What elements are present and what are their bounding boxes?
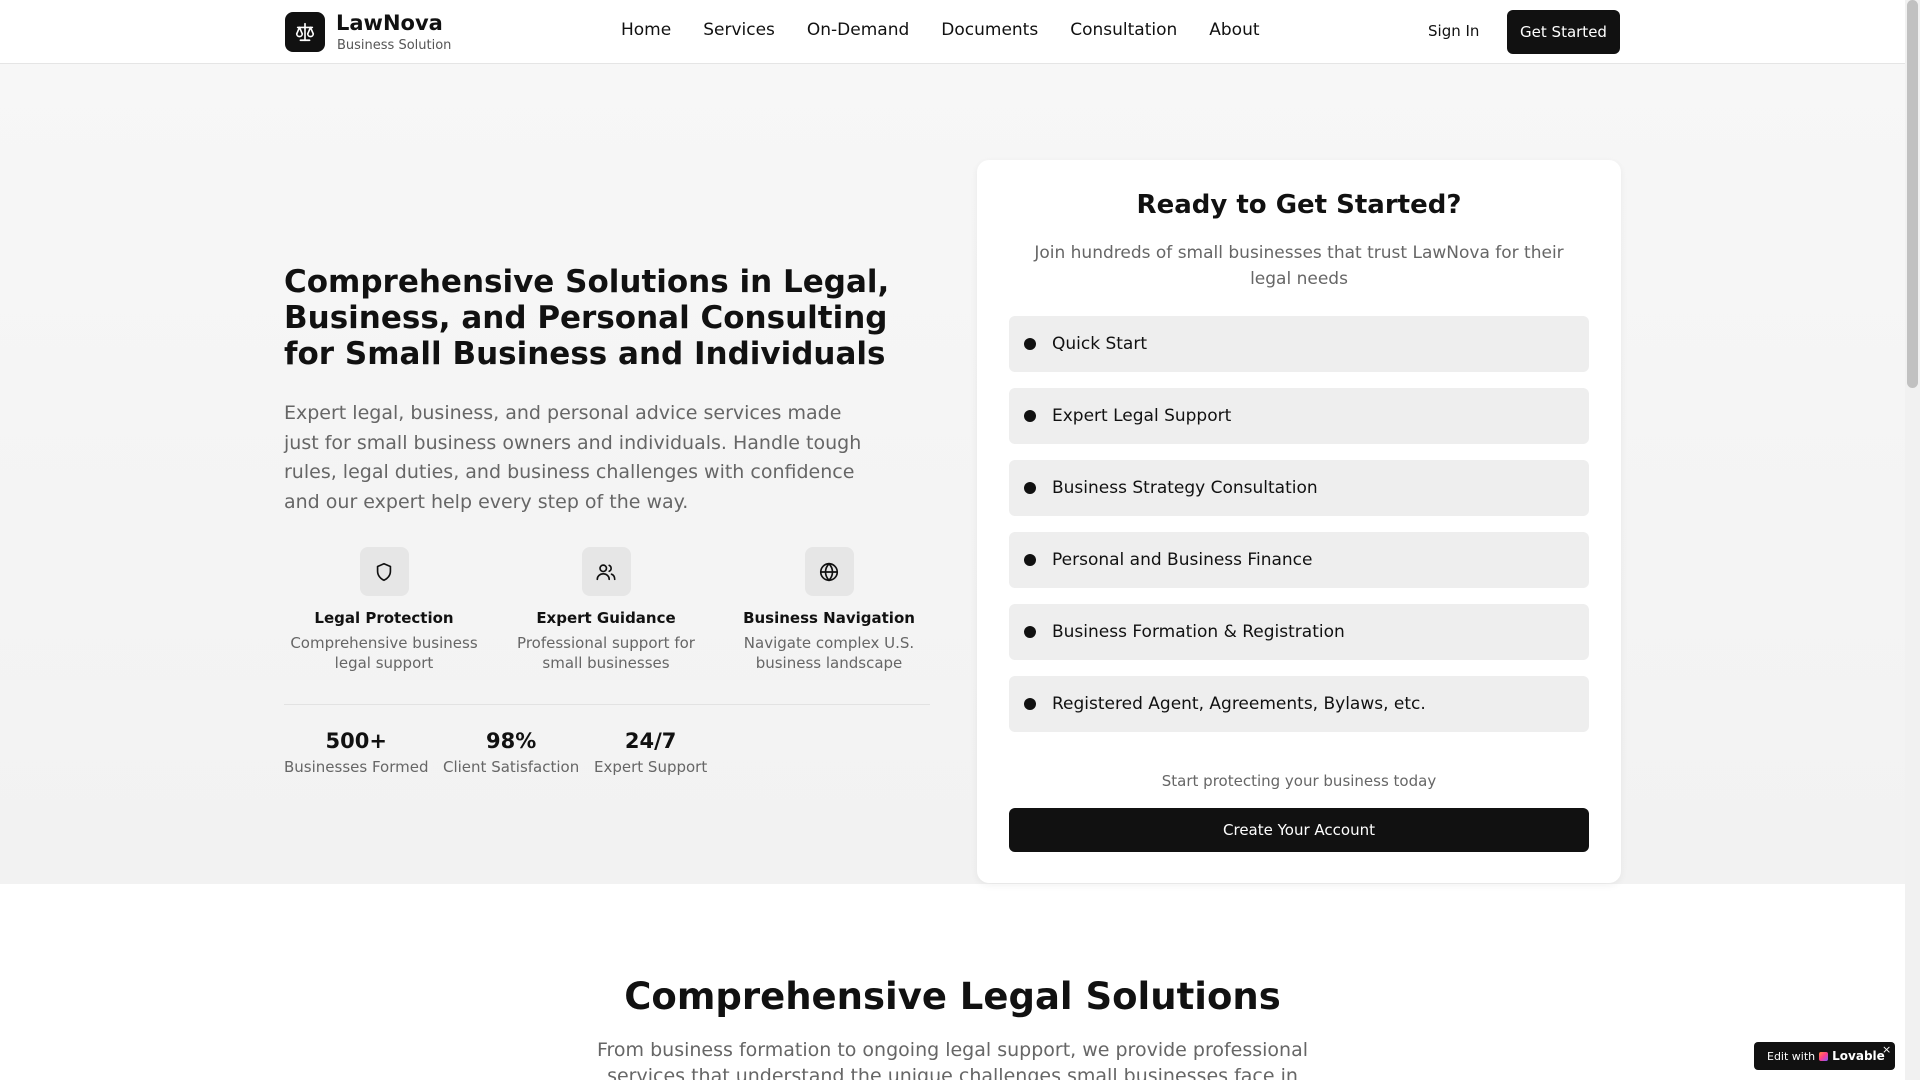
stat-expert-support: 24/7 Expert Support <box>594 729 707 776</box>
hero-divider <box>284 704 930 705</box>
nav-about[interactable]: About <box>1209 20 1259 40</box>
option-registered-agent[interactable]: Registered Agent, Agreements, Bylaws, et… <box>1009 676 1589 732</box>
stat-businesses-formed: 500+ Businesses Formed <box>284 729 429 776</box>
feature-icon-box <box>804 547 854 596</box>
feature-title: Expert Guidance <box>536 609 676 627</box>
nav-services[interactable]: Services <box>703 20 775 40</box>
option-quick-start[interactable]: Quick Start <box>1009 316 1589 372</box>
hero-description: Expert legal, business, and personal adv… <box>284 402 862 513</box>
option-finance[interactable]: Personal and Business Finance <box>1009 532 1589 588</box>
option-label: Business Formation & Registration <box>1052 622 1345 642</box>
feature-business-navigation: Business Navigation Navigate complex U.S… <box>729 547 929 673</box>
shield-icon <box>376 562 392 581</box>
nav-home[interactable]: Home <box>621 20 671 40</box>
feature-title: Legal Protection <box>314 609 454 627</box>
badge-brand: Lovable <box>1832 1049 1885 1063</box>
section-title: Comprehensive Legal Solutions <box>624 975 1281 1018</box>
option-expert-legal-support[interactable]: Expert Legal Support <box>1009 388 1589 444</box>
feature-description: Comprehensive business legal support <box>290 634 478 672</box>
nav-documents[interactable]: Documents <box>941 20 1038 40</box>
bullet-dot <box>1024 482 1036 494</box>
stat-client-satisfaction: 98% Client Satisfaction <box>443 729 579 776</box>
bullet-dot <box>1024 554 1036 566</box>
feature-icon-box <box>581 547 631 596</box>
feature-icon-box <box>359 547 409 596</box>
users-icon <box>596 563 616 580</box>
option-label: Quick Start <box>1052 334 1148 354</box>
badge-prefix: Edit with <box>1767 1049 1816 1063</box>
main-nav: Home Services On-Demand Documents Consul… <box>621 20 1260 40</box>
scale-icon <box>295 22 315 42</box>
nav-on-demand[interactable]: On-Demand <box>807 20 909 40</box>
get-started-card: Ready to Get Started? Join hundreds of s… <box>977 160 1621 883</box>
feature-title: Business Navigation <box>743 609 915 627</box>
page: LawNova Business Solution Home Services … <box>0 0 1905 1080</box>
section-description: From business formation to ongoing legal… <box>596 1039 1309 1080</box>
hero-title: Comprehensive Solutions in Legal, Busine… <box>284 264 890 372</box>
hero-section: Comprehensive Solutions in Legal, Busine… <box>0 64 1905 884</box>
option-business-formation[interactable]: Business Formation & Registration <box>1009 604 1589 660</box>
card-note: Start protecting your business today <box>1161 772 1437 790</box>
stat-label: Businesses Formed <box>284 758 429 776</box>
logo[interactable] <box>285 12 325 52</box>
card-title: Ready to Get Started? <box>1136 190 1462 220</box>
stat-value: 500+ <box>325 729 387 753</box>
brand-name[interactable]: LawNova <box>336 11 443 35</box>
badge-close-icon[interactable]: × <box>1882 1043 1891 1056</box>
feature-description: Professional support for small businesse… <box>517 634 695 672</box>
stat-value: 98% <box>485 729 537 753</box>
get-started-button[interactable]: Get Started <box>1507 10 1620 54</box>
feature-expert-guidance: Expert Guidance Professional support for… <box>506 547 706 673</box>
nav-consultation[interactable]: Consultation <box>1070 20 1177 40</box>
scrollbar-thumb[interactable] <box>1907 0 1918 388</box>
feature-legal-protection: Legal Protection Comprehensive business … <box>284 547 484 673</box>
option-business-strategy[interactable]: Business Strategy Consultation <box>1009 460 1589 516</box>
bullet-dot <box>1024 338 1036 350</box>
lovable-heart-icon <box>1819 1051 1829 1061</box>
stat-value: 24/7 <box>624 729 677 753</box>
card-subtitle: Join hundreds of small businesses that t… <box>1034 243 1564 289</box>
top-navbar: LawNova Business Solution Home Services … <box>0 0 1905 64</box>
brand-tagline: Business Solution <box>337 38 452 53</box>
feature-description: Navigate complex U.S. business landscape <box>743 634 915 672</box>
bullet-dot <box>1024 410 1036 422</box>
option-label: Personal and Business Finance <box>1052 550 1313 570</box>
edit-with-lovable-badge[interactable]: Edit with Lovable <box>1754 1042 1895 1070</box>
option-label: Registered Agent, Agreements, Bylaws, et… <box>1052 694 1426 714</box>
option-label: Expert Legal Support <box>1052 406 1232 426</box>
option-label: Business Strategy Consultation <box>1052 478 1318 498</box>
bullet-dot <box>1024 698 1036 710</box>
stat-label: Expert Support <box>594 758 708 776</box>
stat-label: Client Satisfaction <box>443 758 580 776</box>
globe-icon <box>819 562 839 581</box>
bullet-dot <box>1024 626 1036 638</box>
sign-in-link[interactable]: Sign In <box>1428 22 1479 40</box>
create-account-button[interactable]: Create Your Account <box>1009 808 1589 852</box>
